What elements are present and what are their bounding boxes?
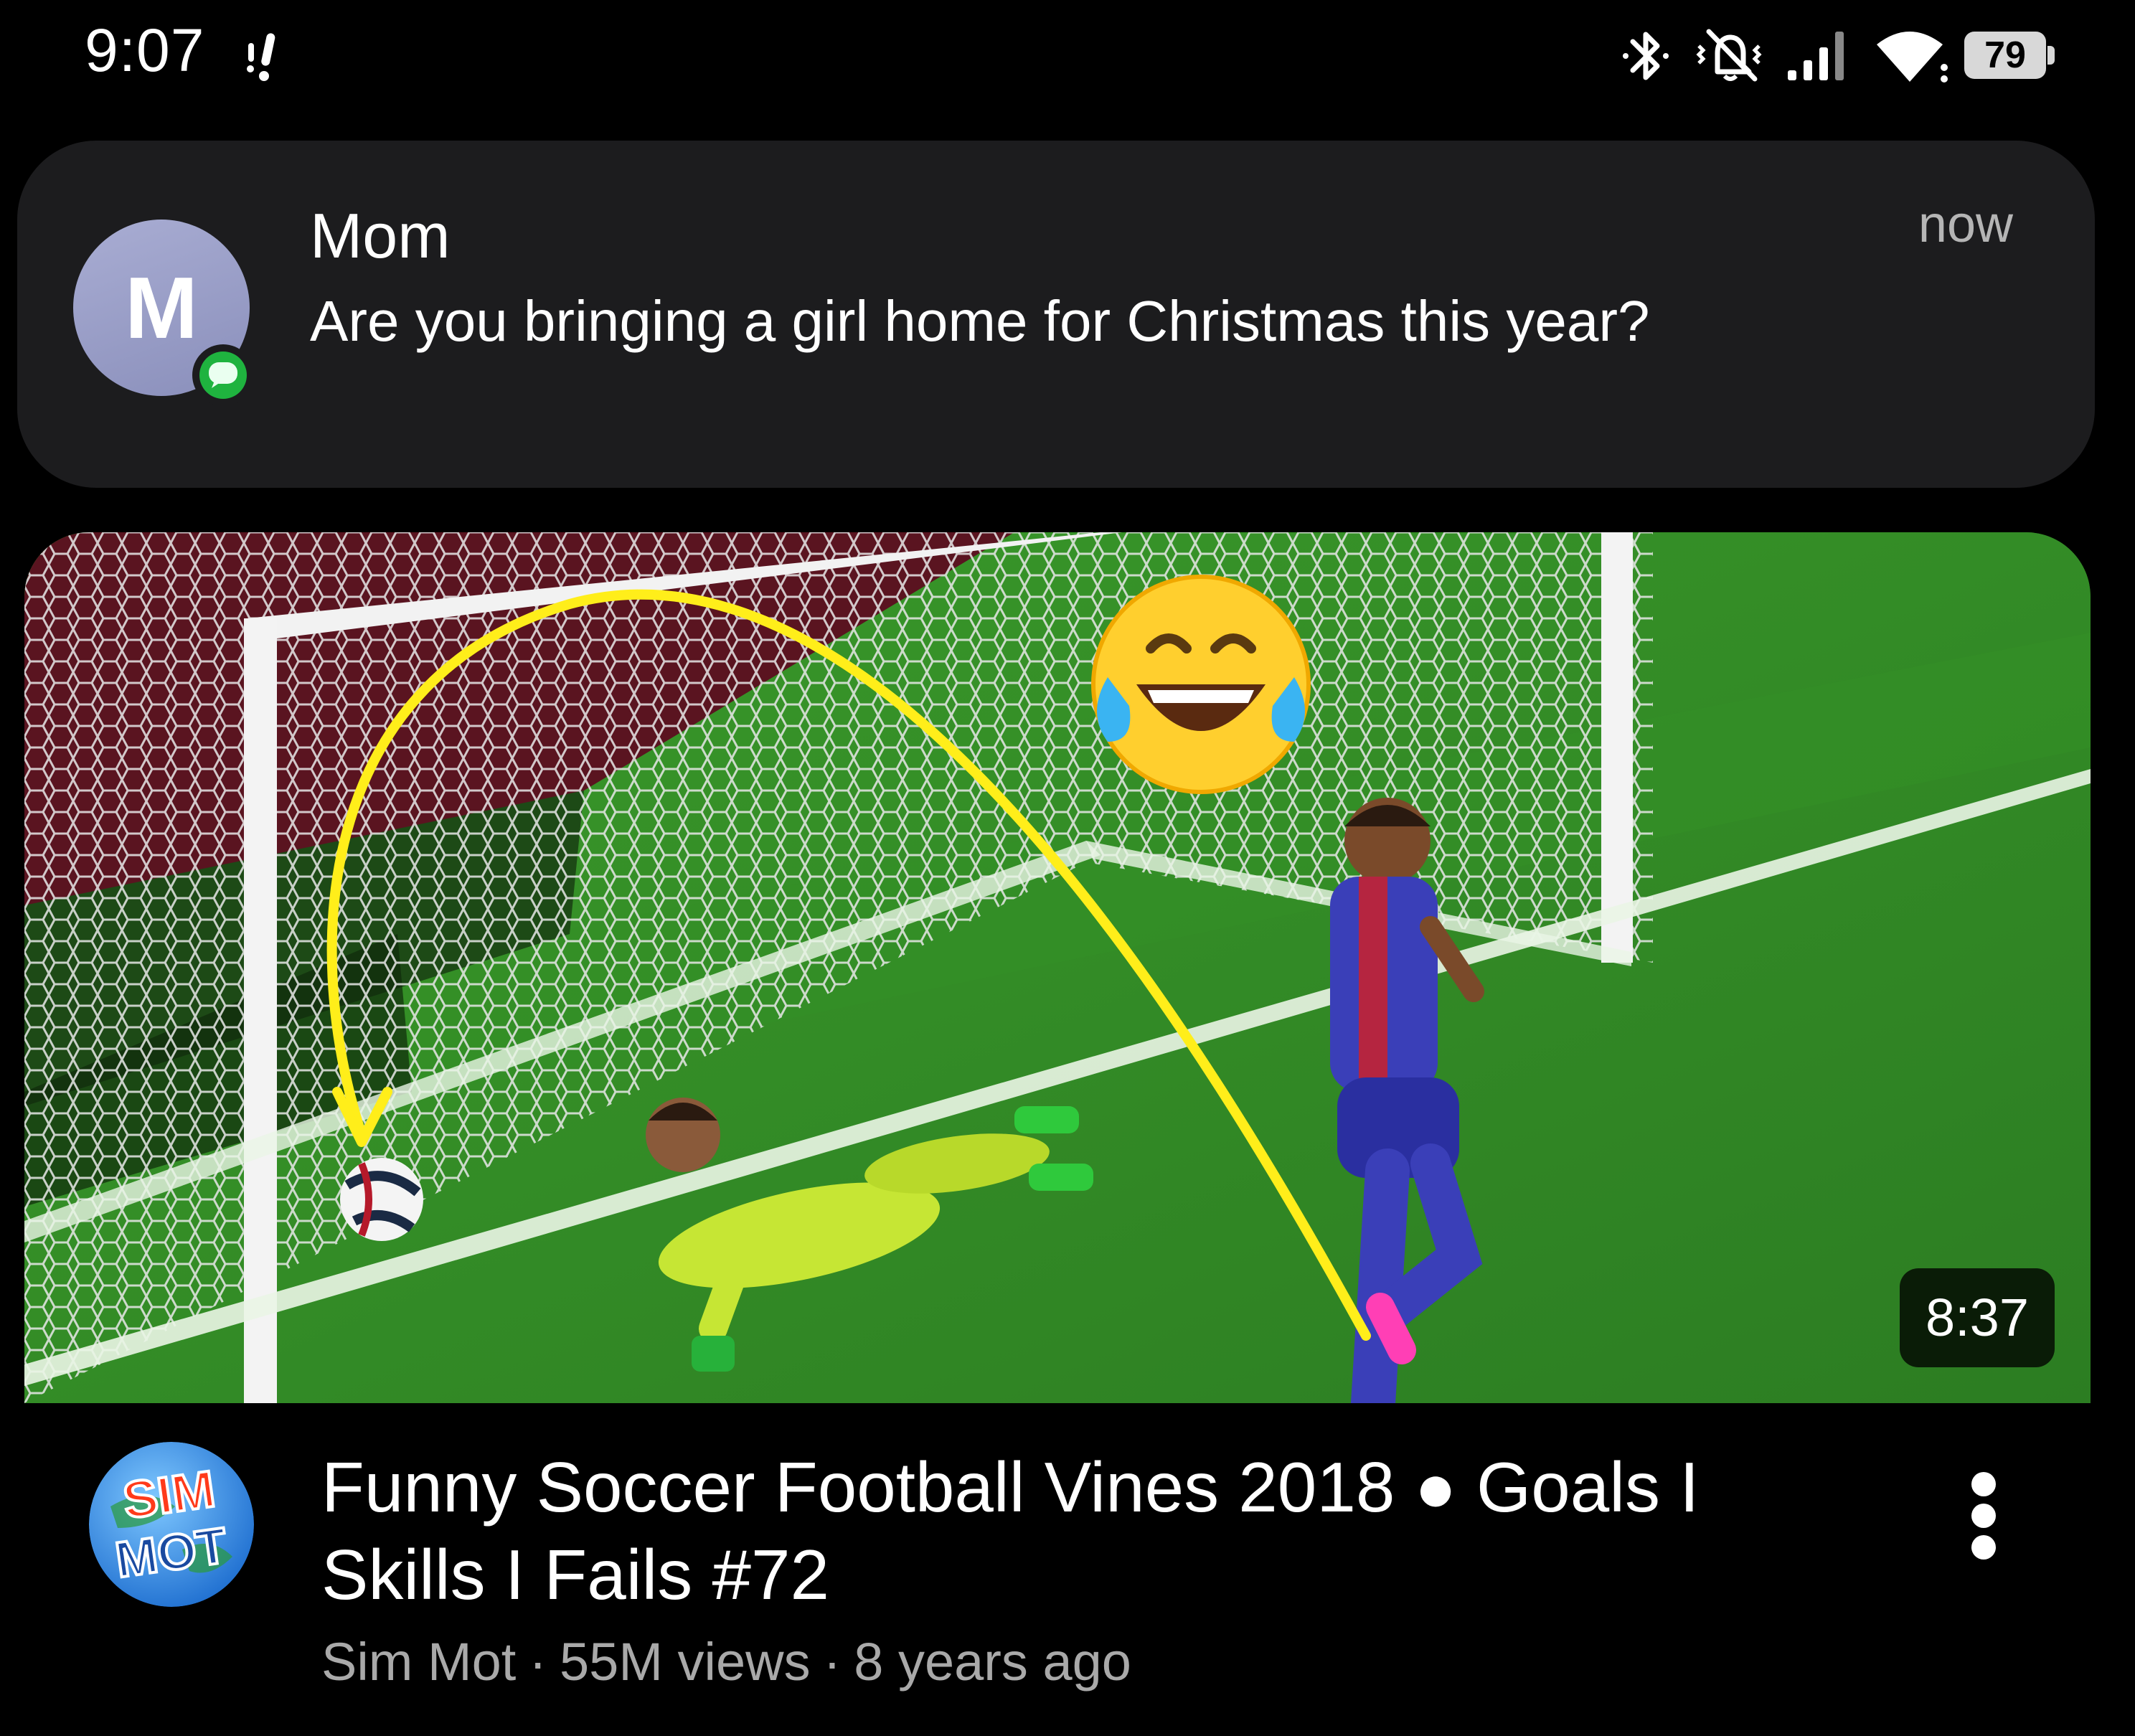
- channel-logo: SIM MOT: [89, 1442, 254, 1607]
- video-thumbnail[interactable]: 8:37: [24, 532, 2091, 1403]
- status-bar: 9:07 79: [0, 0, 2135, 108]
- messages-app-badge: [192, 344, 254, 406]
- more-options-button[interactable]: [1951, 1462, 2016, 1570]
- video-title[interactable]: Funny Soccer Football Vines 2018 ● Goals…: [321, 1443, 1857, 1618]
- channel-name[interactable]: Sim Mot: [321, 1632, 516, 1692]
- bluetooth-icon: [1623, 32, 1669, 80]
- video-duration-badge: 8:37: [1899, 1268, 2055, 1367]
- thumbnail-scene: [24, 532, 2091, 1403]
- view-count: 55M views: [560, 1632, 811, 1692]
- notification-alert-icon: [247, 33, 275, 81]
- message-notification[interactable]: M Mom Are you bringing a girl home for C…: [17, 141, 2095, 488]
- cellular-signal-icon: [1788, 32, 1844, 80]
- notification-sender: Mom: [310, 200, 451, 271]
- notification-time: now: [1918, 196, 2013, 253]
- battery-level: 79: [1984, 34, 2026, 76]
- meta-separator: ·: [529, 1632, 547, 1692]
- more-dot-icon: [1971, 1472, 1996, 1496]
- contact-avatar-group: M: [73, 220, 254, 406]
- more-dot-icon: [1971, 1504, 1996, 1528]
- battery-icon: 79: [1964, 32, 2056, 79]
- messages-icon: [209, 362, 237, 388]
- notification-message: Are you bringing a girl home for Christm…: [310, 289, 1650, 353]
- channel-avatar[interactable]: SIM MOT: [89, 1442, 254, 1607]
- upload-age: 8 years ago: [854, 1632, 1131, 1692]
- wifi-icon: [1877, 32, 1948, 82]
- more-dot-icon: [1971, 1535, 1996, 1560]
- video-meta: Sim Mot · 55M views · 8 years ago: [321, 1631, 1131, 1692]
- status-time: 9:07: [85, 16, 205, 84]
- vibrate-off-icon: [1696, 29, 1762, 82]
- meta-separator: ·: [823, 1632, 842, 1692]
- face-with-tears-of-joy-icon: [1091, 575, 1311, 794]
